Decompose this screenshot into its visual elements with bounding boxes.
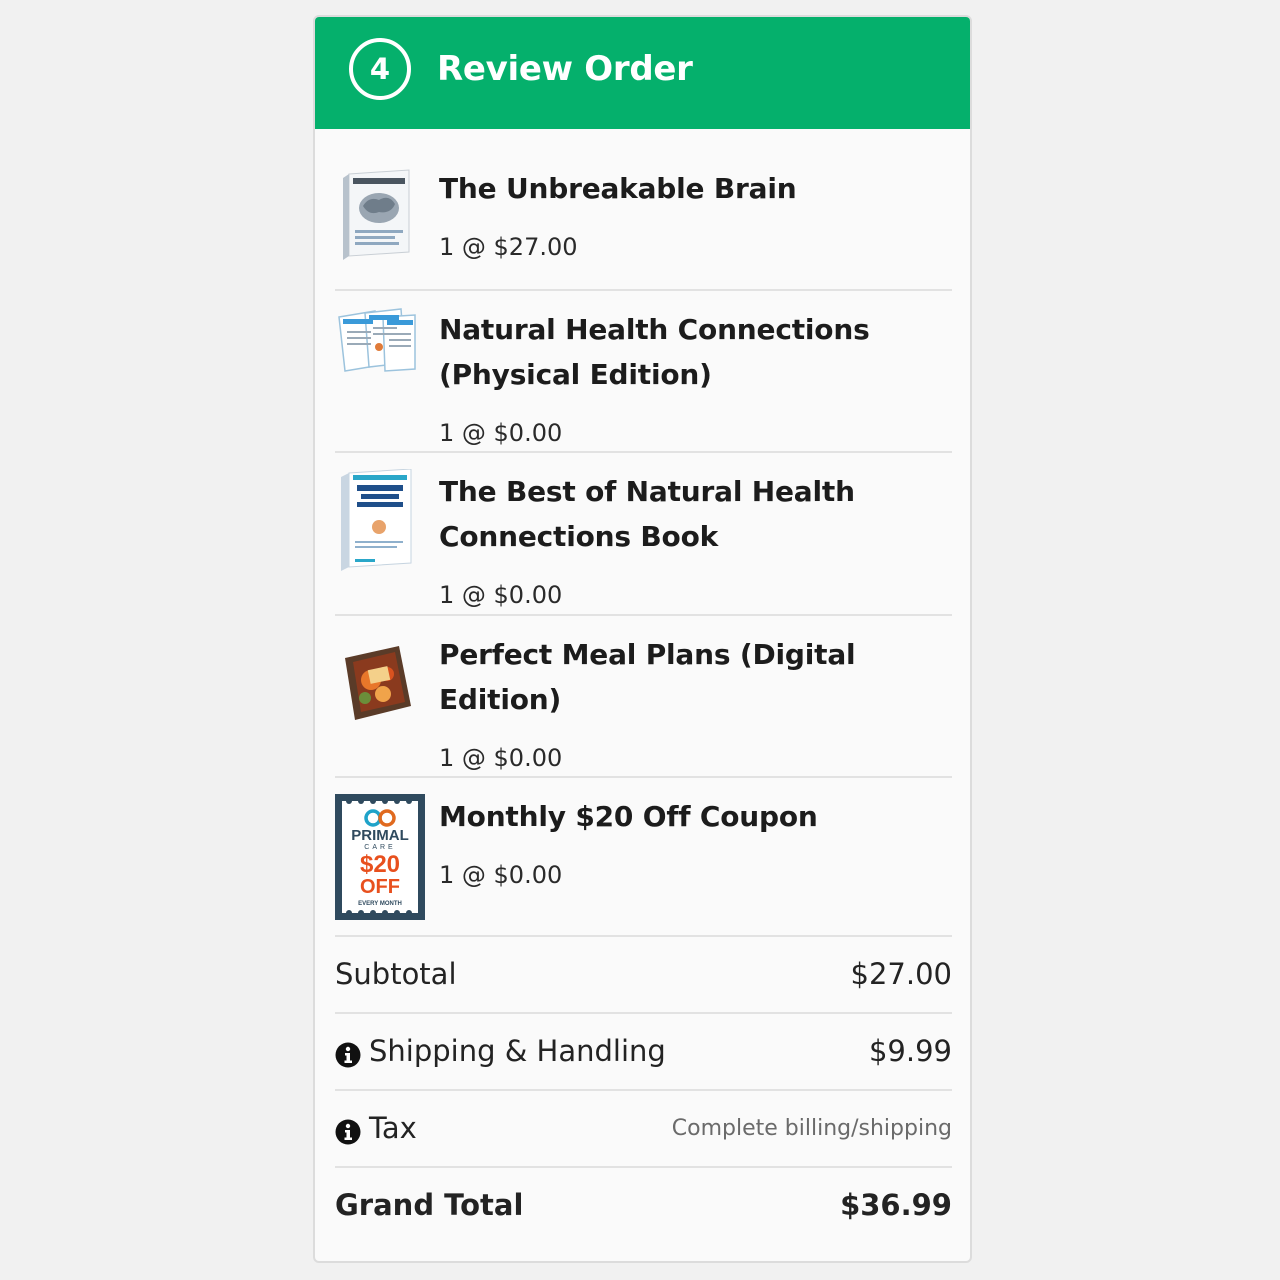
item-divider [335, 289, 952, 291]
coupon-brand-text: PRIMAL [351, 827, 409, 844]
coupon-off-text: OFF [360, 876, 400, 898]
item-quantity-price: 1 @ $0.00 [439, 419, 563, 447]
shipping-value: $9.99 [868, 1034, 952, 1068]
tax-label-group: Tax [335, 1108, 417, 1148]
review-order-panel: 4 Review Order The Unbreakable Brain 1 @… [313, 15, 972, 1263]
shipping-label-group: Shipping & Handling [335, 1031, 666, 1071]
info-icon[interactable] [335, 1115, 361, 1145]
newsletter-icon [335, 307, 419, 381]
item-quantity-price: 1 @ $27.00 [439, 233, 578, 261]
coupon-amount-text: $20 [360, 851, 400, 878]
shipping-label: Shipping & Handling [369, 1034, 666, 1068]
item-divider [335, 451, 952, 453]
grand-total-label: Grand Total [335, 1188, 524, 1222]
item-name: The Unbreakable Brain [439, 172, 797, 205]
tax-label: Tax [369, 1111, 417, 1145]
info-icon[interactable] [335, 1038, 361, 1068]
meal-plan-icon [335, 644, 415, 728]
item-divider [335, 614, 952, 616]
item-name: The Best of Natural Health Connections B… [439, 475, 855, 553]
item-divider [335, 776, 952, 778]
brain-book-icon [335, 166, 415, 270]
subtotal-label: Subtotal [335, 957, 457, 991]
step-number-badge: 4 [349, 38, 411, 100]
grand-total-row: Grand Total $36.99 [335, 1185, 952, 1225]
summary-divider [335, 1089, 952, 1091]
summary-divider [335, 1166, 952, 1168]
item-name: Natural Health Connections (Physical Edi… [439, 313, 870, 391]
panel-title: Review Order [437, 49, 693, 89]
tax-note: Complete billing/shipping [671, 1116, 952, 1141]
coupon-sub-text: CARE [364, 844, 395, 851]
item-divider [335, 935, 952, 937]
summary-divider [335, 1012, 952, 1014]
review-order-header: 4 Review Order [315, 17, 970, 129]
shipping-row: Shipping & Handling $9.99 [335, 1031, 952, 1071]
item-name: Perfect Meal Plans (Digital Edition) [439, 638, 856, 716]
grand-total-value: $36.99 [840, 1188, 952, 1222]
tax-row: Tax Complete billing/shipping [335, 1108, 952, 1148]
book-icon [335, 468, 415, 577]
item-quantity-price: 1 @ $0.00 [439, 861, 563, 889]
item-name: Monthly $20 Off Coupon [439, 800, 818, 833]
subtotal-value: $27.00 [850, 957, 952, 991]
coupon-footer-text: EVERY MONTH [358, 901, 402, 907]
subtotal-row: Subtotal $27.00 [335, 954, 952, 994]
item-quantity-price: 1 @ $0.00 [439, 581, 563, 609]
item-quantity-price: 1 @ $0.00 [439, 744, 563, 772]
coupon-icon: PRIMAL CARE $20 OFF EVERY MONTH [335, 794, 425, 924]
